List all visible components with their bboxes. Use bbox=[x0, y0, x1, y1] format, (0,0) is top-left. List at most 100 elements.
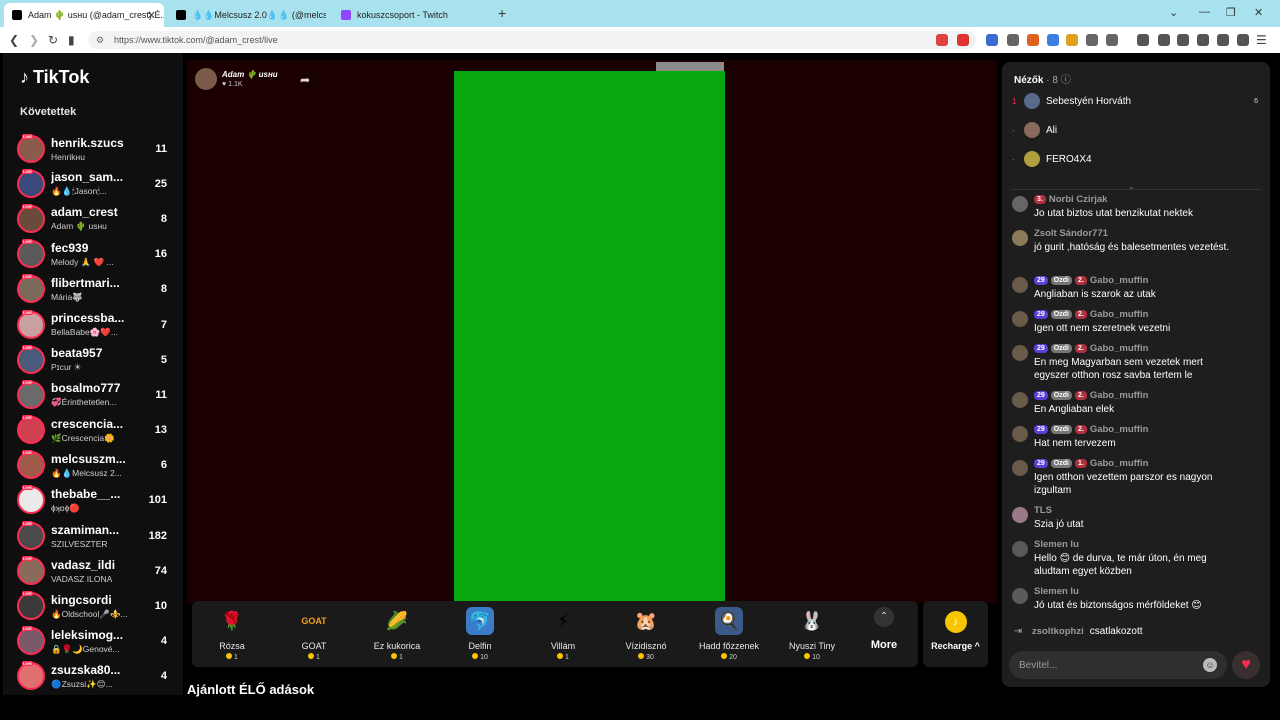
tiktok-favicon-icon bbox=[12, 10, 22, 20]
recharge-button[interactable]: ♪ Recharge ^ bbox=[923, 601, 988, 667]
avatar: LIVE bbox=[17, 450, 45, 480]
browser-tab[interactable]: 💧💧Melcsusz 2.0💧💧 (@melcsu bbox=[168, 3, 326, 27]
url-field[interactable]: ⚙ https://www.tiktok.com/@adam_crest/liv… bbox=[88, 31, 976, 49]
share-icon[interactable]: ➦ bbox=[300, 73, 310, 87]
following-item[interactable]: LIVE melcsuszm... 🔥💧Melcsusz 2... 6 bbox=[17, 448, 167, 483]
tiktok-logo[interactable]: ♪ TikTok bbox=[20, 67, 89, 88]
extension-icon[interactable] bbox=[1106, 34, 1118, 46]
chat-username[interactable]: Slemen lu bbox=[1034, 539, 1079, 550]
chat-username[interactable]: Zsolt Sándor771 bbox=[1034, 228, 1108, 239]
extension-icon[interactable] bbox=[957, 34, 969, 46]
new-tab-icon[interactable]: + bbox=[498, 5, 506, 21]
following-item[interactable]: LIVE beata957 Pɪcur ☀ 5 bbox=[17, 342, 167, 377]
chat-username[interactable]: Gabo_muffin bbox=[1090, 275, 1149, 286]
gift-item[interactable]: ⚡ Villám 1 bbox=[523, 607, 603, 662]
following-item[interactable]: LIVE henrik.szucs Henrikнu 11 bbox=[17, 131, 167, 166]
minimize-icon[interactable]: — bbox=[1199, 6, 1210, 18]
chat-username[interactable]: Norbi Czirjak bbox=[1049, 194, 1108, 205]
forward-icon[interactable]: ❯ bbox=[29, 33, 39, 47]
following-item[interactable]: LIVE thebabe__... ɸʞɒɸ🔴 101 bbox=[17, 483, 167, 518]
gift-price: 1 bbox=[357, 653, 437, 661]
gift-item[interactable]: 🐹 Vízidisznó 30 bbox=[606, 607, 686, 662]
viewer-row[interactable]: - Ali bbox=[1012, 119, 1258, 141]
gift-icon: 🐰 bbox=[800, 610, 824, 631]
avatar: LIVE bbox=[17, 168, 45, 198]
following-item[interactable]: LIVE flibertmari... Mária🐺 8 bbox=[17, 272, 167, 307]
emoji-icon[interactable]: ☺ bbox=[1203, 658, 1217, 672]
info-icon[interactable]: ⓘ bbox=[1061, 75, 1071, 86]
sub-badge: 2. bbox=[1074, 391, 1087, 400]
extension-icon[interactable] bbox=[1066, 34, 1078, 46]
gift-price: 1 bbox=[274, 653, 354, 661]
gift-item[interactable]: GOAT GOAT 1 bbox=[274, 607, 354, 661]
extension-icon[interactable] bbox=[1007, 34, 1019, 46]
viewer-row[interactable]: - FERO4X4 bbox=[1012, 148, 1258, 170]
following-item[interactable]: LIVE vadasz_ildi VADASZ ILONA 74 bbox=[17, 553, 167, 588]
chat-username[interactable]: TLS bbox=[1034, 505, 1052, 516]
media-icon[interactable] bbox=[1158, 34, 1170, 46]
following-item[interactable]: LIVE crescencia... 🌿Crescencia🌼 13 bbox=[17, 413, 167, 448]
viewer-count: 13 bbox=[154, 424, 167, 437]
close-tab-icon[interactable]: ✕ bbox=[147, 9, 156, 22]
following-item[interactable]: LIVE princessba... BellaBabe🌸❤️... 7 bbox=[17, 307, 167, 342]
following-item[interactable]: LIVE szamiman... SZILVESZTER 182 bbox=[17, 518, 167, 553]
more-gifts-button[interactable]: ⌃ More bbox=[862, 607, 906, 651]
gift-item[interactable]: 🐰 Nyuszi Tiny 10 bbox=[772, 607, 852, 662]
chat-username[interactable]: Gabo_muffin bbox=[1090, 390, 1149, 401]
chevron-up-icon: ⌃ bbox=[874, 607, 894, 627]
fan-badge: Ozdi bbox=[1050, 459, 1072, 468]
gift-name: GOAT bbox=[301, 641, 327, 651]
live-badge: LIVE bbox=[22, 309, 33, 315]
following-item[interactable]: LIVE adam_crest Adam 🌵 usнu 8 bbox=[17, 201, 167, 236]
reload-icon[interactable]: ↻ bbox=[48, 33, 58, 47]
following-item[interactable]: LIVE kingcsordi 🔥Oldschool🎤⚜️... 10 bbox=[17, 588, 167, 623]
extension-icon[interactable] bbox=[1027, 34, 1039, 46]
sidebar-icon[interactable] bbox=[1177, 34, 1189, 46]
viewer-row[interactable]: 1 Sebestyén Horváth 6 bbox=[1012, 90, 1258, 112]
following-item[interactable]: LIVE zsuzska80... 🔵Zsuzsi✨😊... 4 bbox=[17, 659, 167, 694]
joined-user[interactable]: zsoltkophzi bbox=[1032, 626, 1084, 637]
back-icon[interactable]: ❮ bbox=[9, 33, 19, 47]
chat-username[interactable]: Slemen lu bbox=[1034, 586, 1079, 597]
bookmark-icon[interactable]: ▮ bbox=[68, 33, 75, 47]
host-info[interactable]: Adam 🌵 usнu ♥ 1.1K bbox=[195, 68, 278, 90]
browser-tab-active[interactable]: Adam 🌵 usнu (@adam_crest) É... ✕ bbox=[4, 3, 164, 27]
chat-username[interactable]: Gabo_muffin bbox=[1090, 458, 1149, 469]
gift-item[interactable]: 🐬 Delfin 10 bbox=[440, 607, 520, 661]
extension-icon[interactable] bbox=[986, 34, 998, 46]
extension-icon[interactable] bbox=[1047, 34, 1059, 46]
site-info-icon[interactable]: ⚙ bbox=[96, 35, 104, 46]
viewer-name: Ali bbox=[1046, 124, 1058, 136]
viewer-count: 10 bbox=[154, 600, 167, 613]
like-heart-button[interactable]: ♥ bbox=[1232, 651, 1260, 679]
gift-item[interactable]: 🌹 Rózsa 1 bbox=[192, 607, 272, 662]
close-window-icon[interactable]: ✕ bbox=[1254, 6, 1263, 19]
download-icon[interactable] bbox=[1137, 34, 1149, 46]
following-item[interactable]: LIVE fec939 Melody 🙏 ❤️ ... 16 bbox=[17, 237, 167, 272]
chat-username[interactable]: Gabo_muffin bbox=[1090, 424, 1149, 435]
following-item[interactable]: LIVE bosalmo777 💞Érinthetetlen... 11 bbox=[17, 377, 167, 412]
gift-item[interactable]: 🌽 Ez kukorica 1 bbox=[357, 607, 437, 662]
chat-input[interactable] bbox=[1009, 651, 1199, 679]
extension-icon[interactable] bbox=[936, 34, 948, 46]
menu-icon[interactable]: ☰ bbox=[1256, 33, 1267, 47]
tiktok-note-icon: ♪ bbox=[20, 67, 29, 87]
chat-username[interactable]: Gabo_muffin bbox=[1090, 343, 1149, 354]
host-avatar[interactable] bbox=[195, 68, 217, 90]
extensions-puzzle-icon[interactable] bbox=[1086, 34, 1098, 46]
gift-item[interactable]: 🍳 Hadd főzzenek 20 bbox=[689, 607, 769, 661]
extension-icon[interactable] bbox=[1217, 34, 1229, 46]
shield-icon[interactable] bbox=[1237, 34, 1249, 46]
browser-tab[interactable]: kokuszcsoport - Twitch bbox=[333, 3, 493, 27]
gift-icon: 🌽 bbox=[385, 610, 409, 631]
tab-list-icon[interactable]: ⌄ bbox=[1169, 6, 1178, 19]
following-nickname: 🔵Zsuzsi✨😊... bbox=[51, 678, 113, 689]
following-item[interactable]: LIVE leleksimog... 🔒🌹🌙Genové... 4 bbox=[17, 624, 167, 659]
live-video[interactable] bbox=[454, 71, 725, 603]
following-username: bosalmo777 bbox=[51, 381, 121, 396]
following-item[interactable]: LIVE jason_sam... 🔥💧🕯Jason🕯... 25 bbox=[17, 166, 167, 201]
live-badge: LIVE bbox=[22, 555, 33, 561]
wallet-icon[interactable] bbox=[1197, 34, 1209, 46]
chat-username[interactable]: Gabo_muffin bbox=[1090, 309, 1149, 320]
restore-icon[interactable]: ❐ bbox=[1226, 6, 1236, 19]
